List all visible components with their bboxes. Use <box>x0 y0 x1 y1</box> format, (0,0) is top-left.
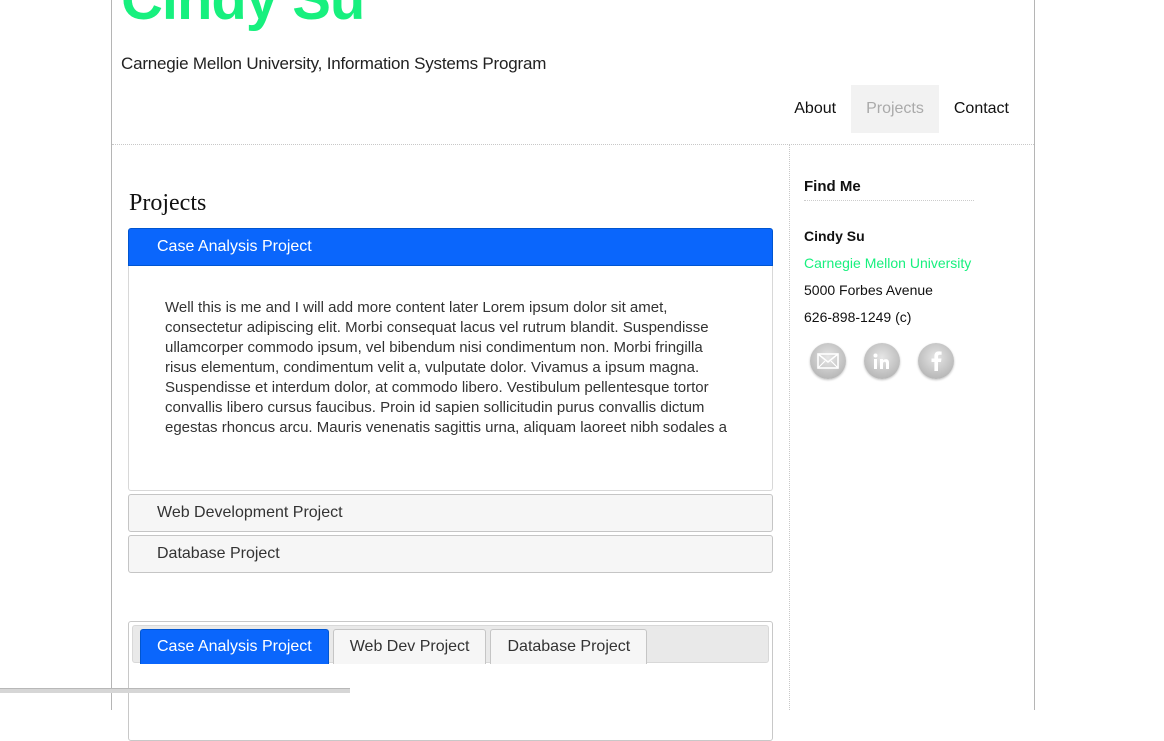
accordion-panel-case-analysis: Well this is me and I will add more cont… <box>128 266 773 491</box>
facebook-icon[interactable] <box>918 343 954 379</box>
sidebar-divider <box>789 144 790 710</box>
sidebar-find-me: Find Me Cindy Su Carnegie Mellon Univers… <box>804 178 974 379</box>
contact-name: Cindy Su <box>804 228 865 244</box>
page-container: Cindy Su Carnegie Mellon University, Inf… <box>111 0 1035 741</box>
page-title: Projects <box>129 190 207 216</box>
tab-case-analysis[interactable]: Case Analysis Project <box>140 629 329 664</box>
widget-title: Find Me <box>804 178 974 201</box>
social-links <box>804 343 974 379</box>
facebook-glyph <box>931 351 942 371</box>
tab-web-dev[interactable]: Web Dev Project <box>332 629 487 664</box>
nav-item-projects[interactable]: Projects <box>851 85 939 133</box>
panel-text: Well this is me and I will add more cont… <box>165 299 727 436</box>
linkedin-icon[interactable] <box>864 343 900 379</box>
contact-school-link[interactable]: Carnegie Mellon University <box>804 250 974 277</box>
envelope-glyph <box>817 353 839 369</box>
projects-tabs: Case Analysis Project Web Dev Project Da… <box>128 621 773 741</box>
linkedin-glyph <box>873 353 889 369</box>
site-title[interactable]: Cindy Su <box>121 0 365 30</box>
nav-item-contact[interactable]: Contact <box>939 85 1024 133</box>
contact-phone: 626-898-1249 (c) <box>804 309 912 325</box>
site-tagline: Carnegie Mellon University, Information … <box>121 54 547 73</box>
contact-info: Cindy Su Carnegie Mellon University 5000… <box>804 223 974 331</box>
projects-accordion: Case Analysis Project Well this is me an… <box>128 228 773 576</box>
tab-database[interactable]: Database Project <box>490 629 648 664</box>
main-nav: About Projects Contact <box>779 85 1024 133</box>
accordion-header-database[interactable]: Database Project <box>128 535 773 573</box>
horizontal-scrollbar[interactable] <box>0 688 350 693</box>
contact-address: 5000 Forbes Avenue <box>804 282 933 298</box>
tab-bar: Case Analysis Project Web Dev Project Da… <box>132 625 769 664</box>
email-icon[interactable] <box>810 343 846 379</box>
nav-item-about[interactable]: About <box>779 85 851 133</box>
accordion-header-case-analysis[interactable]: Case Analysis Project <box>128 228 773 266</box>
header-divider <box>112 144 1034 145</box>
accordion-header-web-development[interactable]: Web Development Project <box>128 494 773 532</box>
